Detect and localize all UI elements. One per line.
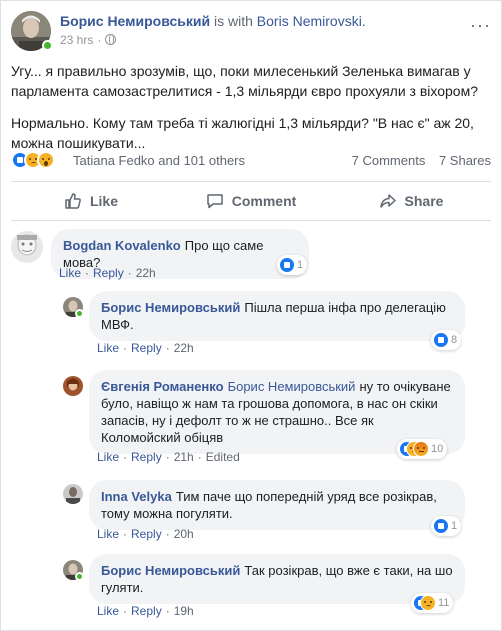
comment-actions: Like · Reply · 22h — [97, 341, 194, 355]
commenter-avatar[interactable] — [63, 484, 83, 504]
share-button-label: Share — [404, 193, 444, 209]
comment-reaction-count: 10 — [431, 443, 444, 455]
comment-reply-link[interactable]: Reply — [93, 266, 124, 280]
comment-actions: Like · Reply · 19h — [97, 604, 194, 618]
like-reaction-icon — [433, 518, 449, 534]
comment-bubble: Inna Velyka Тим паче що попередній уряд в… — [89, 480, 465, 530]
engagement-counts: 7 Comments 7 Shares — [342, 153, 491, 168]
comment-reactions-badge[interactable]: 10 — [397, 439, 448, 459]
comment-like-link[interactable]: Like — [97, 341, 119, 355]
comment-edited-label[interactable]: Edited — [206, 450, 240, 464]
thumbs-up-icon — [65, 193, 81, 209]
tagged-person-link[interactable]: Boris Nemirovski. — [257, 13, 366, 29]
comment-reactions-badge[interactable]: 1 — [431, 516, 462, 536]
comment-button[interactable]: Comment — [171, 182, 331, 220]
post-paragraph: Угу... я правильно зрозумів, що, поки ми… — [11, 63, 478, 99]
comment-reactions-badge[interactable]: 1 — [277, 255, 308, 275]
comment-timestamp[interactable]: 21h — [174, 450, 194, 464]
online-status-indicator — [42, 40, 53, 51]
comment-like-link[interactable]: Like — [97, 527, 119, 541]
post-timestamp[interactable]: 23 hrs — [60, 33, 93, 47]
author-line: Борис Немировський is with Boris Nemirov… — [60, 13, 366, 29]
more-options-button[interactable]: ··· — [470, 15, 491, 36]
reaction-summary: Tatiana Fedko and 101 others 7 Comments … — [11, 150, 491, 172]
commenter-name-link[interactable]: Євгенія Романенко — [101, 379, 224, 394]
comment-bubble: Борис Немировський Так розікрав, що вже є… — [89, 554, 465, 604]
comment-bubble-icon — [206, 194, 223, 209]
comment-like-link[interactable]: Like — [59, 266, 81, 280]
comment-actions: Like · Reply · 22h — [59, 266, 156, 280]
comment-button-label: Comment — [231, 193, 297, 209]
commenter-name-link[interactable]: Bogdan Kovalenko — [63, 238, 181, 253]
commenter-avatar[interactable] — [11, 231, 43, 263]
wow-reaction-icon — [37, 151, 55, 169]
angry-reaction-icon — [413, 441, 429, 457]
comment-reply-link[interactable]: Reply — [131, 604, 162, 618]
comment-timestamp[interactable]: 22h — [136, 266, 156, 280]
like-reaction-icon — [433, 332, 449, 348]
share-button[interactable]: Share — [331, 182, 491, 220]
comment-like-link[interactable]: Like — [97, 604, 119, 618]
online-status-indicator — [75, 572, 84, 581]
online-status-indicator — [75, 309, 84, 318]
commenter-name-link[interactable]: Борис Немировський — [101, 300, 240, 315]
share-arrow-icon — [379, 194, 396, 208]
comment-reactions-badge[interactable]: 11 — [411, 593, 454, 613]
like-button[interactable]: Like — [11, 182, 171, 220]
comment-like-link[interactable]: Like — [97, 450, 119, 464]
commenter-avatar[interactable] — [63, 376, 83, 396]
comment-timestamp[interactable]: 22h — [174, 341, 194, 355]
post-header: Борис Немировський is with Boris Nemirov… — [11, 11, 491, 51]
mentioned-user-link[interactable]: Борис Немировський — [228, 379, 356, 394]
comment-timestamp[interactable]: 19h — [174, 604, 194, 618]
commenter-name-link[interactable]: Борис Немировський — [101, 563, 240, 578]
comment-reaction-count: 8 — [451, 334, 458, 346]
comment-reaction-count: 1 — [297, 259, 304, 271]
meta-separator: · — [97, 33, 102, 47]
comment-reply-link[interactable]: Reply — [131, 341, 162, 355]
comment-actions: Like · Reply · 20h — [97, 527, 194, 541]
comment-reaction-count: 11 — [438, 597, 450, 609]
comment-timestamp[interactable]: 20h — [174, 527, 194, 541]
comment-reply-link[interactable]: Reply — [131, 527, 162, 541]
reaction-icons[interactable] — [11, 151, 55, 169]
comment-reaction-count: 1 — [451, 520, 458, 532]
globe-icon[interactable] — [105, 34, 117, 45]
post-paragraph: Нормально. Кому там треба ті жалюгідні 1… — [11, 115, 474, 151]
post-meta: 23 hrs · — [60, 33, 117, 47]
comment-bubble: Борис Немировський Пішла перша інфа про д… — [89, 291, 465, 341]
facebook-post: Борис Немировський is with Boris Nemirov… — [0, 0, 502, 631]
post-action-bar: Like Comment Share — [11, 181, 491, 221]
comment-actions: Like · Reply · 21h · Edited — [97, 450, 240, 464]
commenter-name-link[interactable]: Inna Velyka — [101, 489, 172, 504]
sad-reaction-icon — [420, 595, 436, 611]
like-button-label: Like — [89, 193, 118, 209]
with-label: is with — [214, 13, 253, 29]
comment-reply-link[interactable]: Reply — [131, 450, 162, 464]
author-name-link[interactable]: Борис Немировський — [60, 13, 210, 29]
like-reaction-icon — [279, 257, 295, 273]
shares-count-link[interactable]: 7 Shares — [439, 153, 491, 168]
comment-reactions-badge[interactable]: 8 — [431, 330, 462, 350]
comments-count-link[interactable]: 7 Comments — [352, 153, 426, 168]
reactors-link[interactable]: Tatiana Fedko and 101 others — [73, 153, 245, 168]
